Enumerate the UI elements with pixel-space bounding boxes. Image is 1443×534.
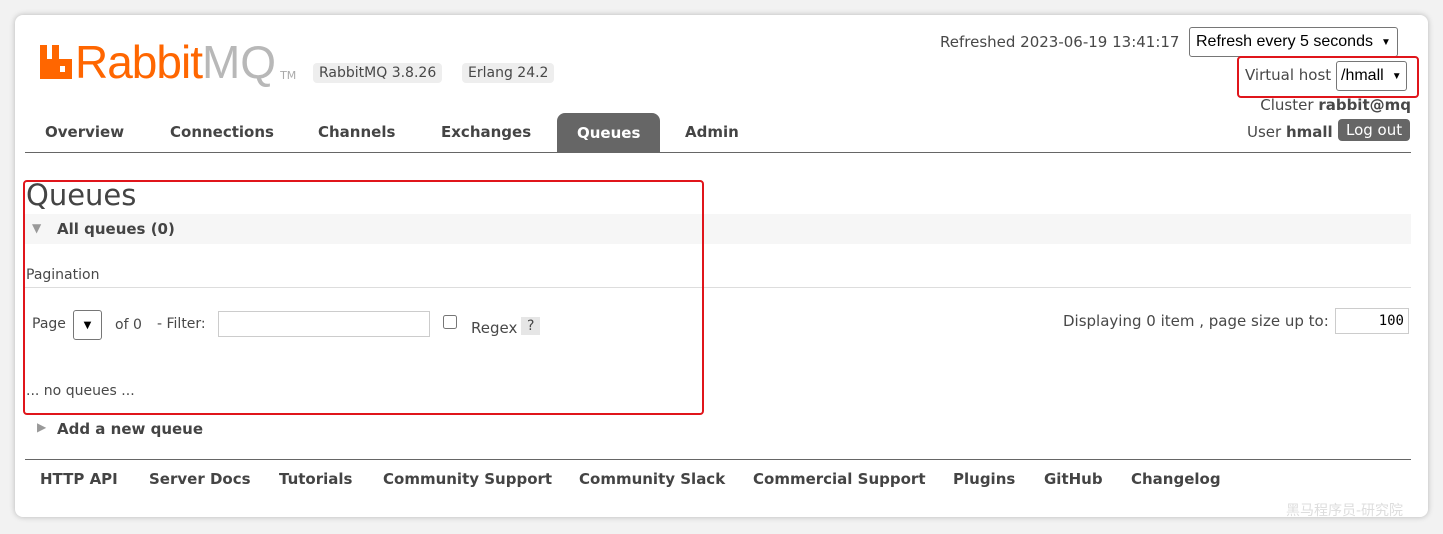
chevron-down-icon: ▼ [1391,70,1402,82]
vhost-select[interactable]: /hmall ▼ [1336,61,1407,91]
add-queue-toggle[interactable]: Add a new queue [57,420,203,438]
erlang-badge: Erlang 24.2 [462,63,555,83]
footer-link-github[interactable]: GitHub [1044,470,1103,488]
rabbitmq-logo: Rabbit MQ TM [40,39,296,85]
footer-link-changelog[interactable]: Changelog [1131,470,1221,488]
footer-link-server-docs[interactable]: Server Docs [149,470,251,488]
rabbit-logo-icon [40,45,72,79]
logout-button[interactable]: Log out [1338,119,1411,141]
displaying-info: Displaying 0 item , page size up to: [1063,312,1329,330]
queues-highlight [23,180,704,415]
chevron-down-icon: ▼ [1380,36,1391,48]
cluster-info: Cluster rabbit@mq [1260,96,1411,114]
watermark: 黑马程序员-研究院 [1286,503,1404,519]
vhost-label: Virtual host [1245,66,1332,84]
tab-queues[interactable]: Queues [557,113,661,152]
version-badge: RabbitMQ 3.8.26 [313,63,443,83]
triangle-right-icon: ▶ [37,420,47,434]
footer-link-community-support[interactable]: Community Support [383,470,552,488]
tab-exchanges[interactable]: Exchanges [441,123,531,141]
tab-channels[interactable]: Channels [318,123,395,141]
refresh-interval-select[interactable]: Refresh every 5 seconds ▼ [1189,27,1398,57]
refreshed-timestamp: Refreshed 2023-06-19 13:41:17 [940,33,1180,51]
tab-overview[interactable]: Overview [45,123,124,141]
footer-link-community-slack[interactable]: Community Slack [579,470,725,488]
page-size-input[interactable] [1335,308,1409,334]
footer-link-plugins[interactable]: Plugins [953,470,1015,488]
tab-connections[interactable]: Connections [170,123,274,141]
footer-link-commercial-support[interactable]: Commercial Support [753,470,926,488]
user-info: User hmall [1247,123,1333,141]
footer-link-tutorials[interactable]: Tutorials [279,470,352,488]
nav-divider [25,152,1411,153]
footer-divider [25,459,1411,460]
footer-link-http-api[interactable]: HTTP API [40,470,118,488]
tab-admin[interactable]: Admin [685,123,739,141]
